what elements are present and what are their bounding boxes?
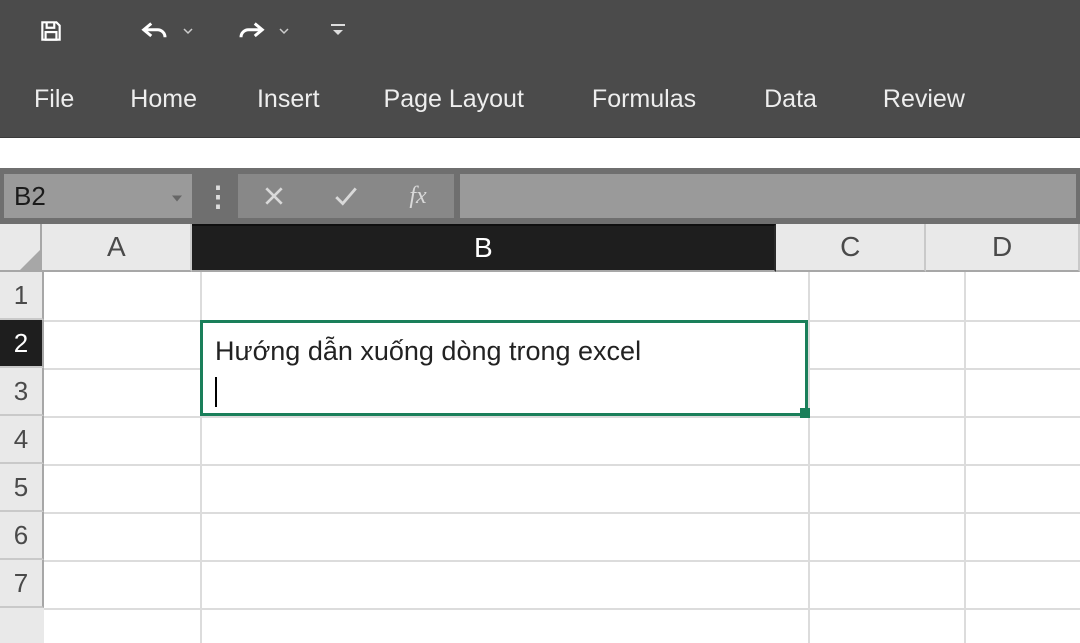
- title-bar: [0, 0, 1080, 62]
- tab-data[interactable]: Data: [746, 62, 865, 138]
- row-header-1[interactable]: 1: [0, 272, 44, 320]
- name-box-dropdown[interactable]: [170, 181, 184, 212]
- tab-insert[interactable]: Insert: [239, 62, 366, 138]
- row-header-7[interactable]: 7: [0, 560, 44, 608]
- fx-icon: fx: [409, 183, 426, 210]
- insert-function-button[interactable]: fx: [382, 174, 454, 218]
- qat-customize-button[interactable]: [326, 10, 350, 52]
- tab-formulas[interactable]: Formulas: [574, 62, 746, 138]
- redo-icon: [236, 18, 266, 44]
- tab-page-layout[interactable]: Page Layout: [366, 62, 574, 138]
- redo-dropdown[interactable]: [276, 26, 292, 36]
- active-cell[interactable]: Hướng dẫn xuống dòng trong excel: [200, 320, 808, 416]
- row-header-3[interactable]: 3: [0, 368, 44, 416]
- name-box-value: B2: [14, 181, 46, 212]
- column-header-a[interactable]: A: [42, 224, 192, 272]
- enter-button[interactable]: [310, 174, 382, 218]
- gridline: [44, 464, 1080, 466]
- select-all-icon: [18, 248, 40, 270]
- undo-button[interactable]: [134, 10, 176, 52]
- formula-input[interactable]: [460, 174, 1076, 218]
- redo-button[interactable]: [230, 10, 272, 52]
- row-header-5[interactable]: 5: [0, 464, 44, 512]
- tab-file[interactable]: File: [34, 62, 112, 138]
- column-header-c[interactable]: C: [776, 224, 926, 272]
- ribbon-spacer: [0, 138, 1080, 168]
- gridline: [44, 416, 1080, 418]
- cancel-button[interactable]: [238, 174, 310, 218]
- row-header-2[interactable]: 2: [0, 320, 44, 368]
- gridline: [44, 560, 1080, 562]
- column-header-b[interactable]: B: [192, 224, 776, 272]
- formula-bar: B2 ⋮ fx: [0, 168, 1080, 224]
- fill-handle[interactable]: [800, 408, 810, 418]
- customize-icon: [330, 22, 346, 40]
- worksheet[interactable]: A B C D 1 2 3 4 5 6 7 Hướng dẫn xuống dò…: [0, 224, 1080, 643]
- formula-bar-separator: ⋮: [192, 180, 238, 213]
- chevron-down-icon: [170, 193, 184, 205]
- ribbon-tabs: File Home Insert Page Layout Formulas Da…: [0, 62, 1080, 138]
- name-box[interactable]: B2: [4, 174, 192, 218]
- gridline: [964, 272, 966, 643]
- chevron-down-icon: [279, 26, 289, 36]
- formula-bar-buttons: fx: [238, 174, 454, 218]
- select-all-button[interactable]: [0, 224, 42, 272]
- tab-review[interactable]: Review: [865, 62, 983, 138]
- undo-dropdown[interactable]: [180, 26, 196, 36]
- save-icon: [38, 18, 64, 44]
- gridline: [808, 272, 810, 643]
- gridline: [44, 608, 1080, 610]
- cells-grid[interactable]: Hướng dẫn xuống dòng trong excel: [44, 272, 1080, 643]
- check-icon: [333, 185, 359, 207]
- column-header-d[interactable]: D: [926, 224, 1080, 272]
- undo-icon: [140, 18, 170, 44]
- row-headers: 1 2 3 4 5 6 7: [0, 272, 44, 643]
- close-icon: [263, 185, 285, 207]
- row-header-6[interactable]: 6: [0, 512, 44, 560]
- chevron-down-icon: [183, 26, 193, 36]
- save-button[interactable]: [30, 10, 72, 52]
- cell-value: Hướng dẫn xuống dòng trong excel: [215, 336, 641, 366]
- row-header-4[interactable]: 4: [0, 416, 44, 464]
- text-cursor: [215, 377, 217, 407]
- column-headers: A B C D: [0, 224, 1080, 272]
- gridline: [44, 512, 1080, 514]
- tab-home[interactable]: Home: [112, 62, 239, 138]
